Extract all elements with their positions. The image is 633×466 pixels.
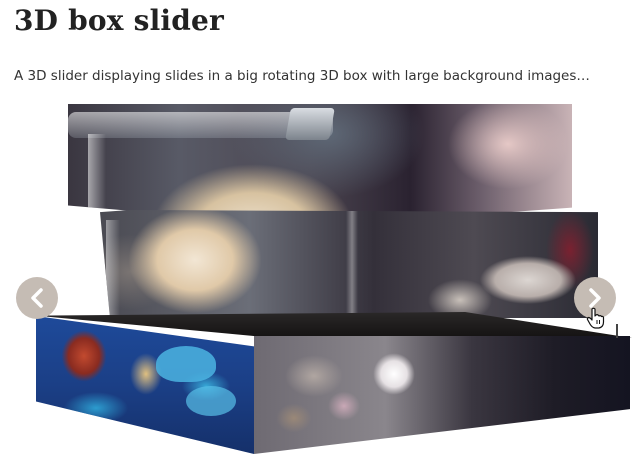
chevron-left-icon	[31, 288, 43, 308]
slider-slice-bottom-side-face	[254, 336, 630, 454]
box-slider	[0, 0, 633, 466]
slider-slice-bottom-front-face	[36, 316, 254, 454]
slider-prev-button[interactable]	[16, 277, 58, 319]
illustration-wave	[156, 346, 216, 382]
slider-slice-middle	[100, 210, 598, 318]
frame-edge-mark	[616, 324, 618, 338]
illustration-wave	[186, 386, 236, 416]
chevron-right-icon	[589, 288, 601, 308]
jar-glass-edge-left	[106, 220, 120, 316]
jar-glass-edge	[88, 134, 106, 212]
slider-slice-top	[68, 104, 572, 212]
hand-pointer-icon	[586, 307, 605, 329]
jar-glass-edge-right	[346, 210, 358, 318]
jar-rim-cap	[285, 108, 335, 140]
